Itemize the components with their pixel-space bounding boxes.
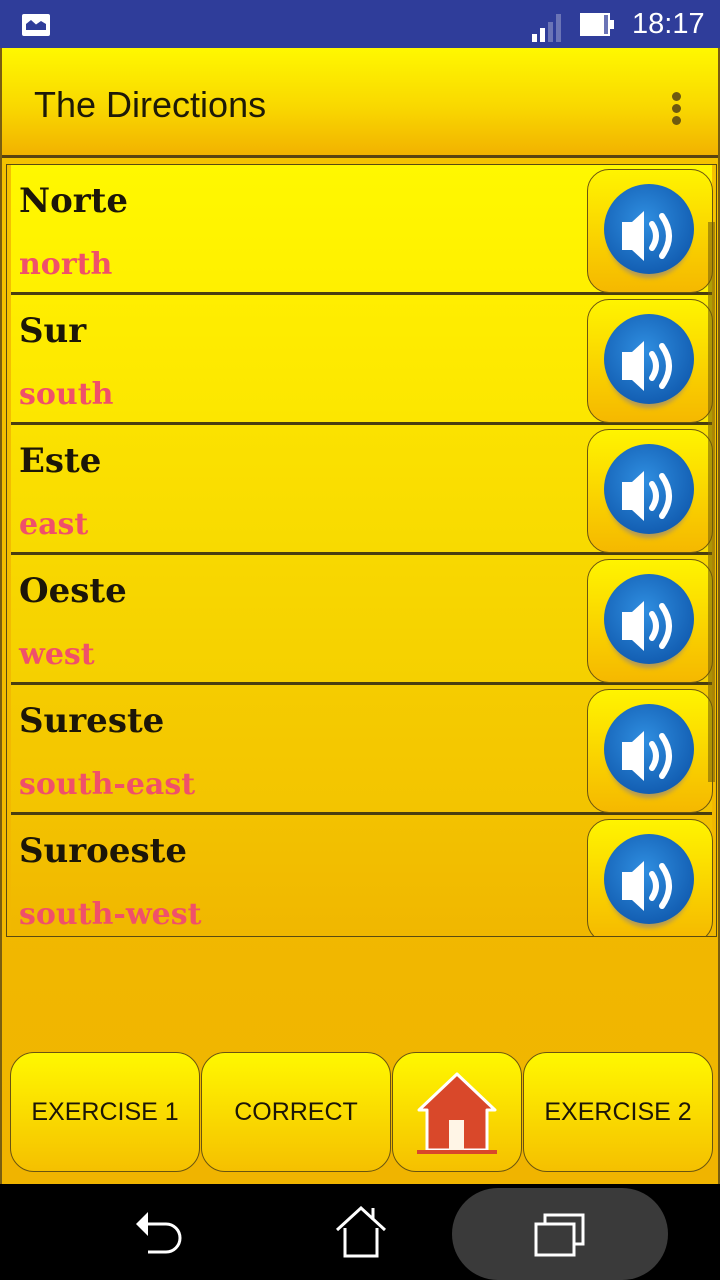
english-word: east bbox=[19, 507, 89, 542]
word-list[interactable]: Norte north Sur south Este east Oeste we… bbox=[6, 164, 717, 937]
english-word: south bbox=[19, 377, 114, 412]
english-word: south-east bbox=[19, 767, 196, 802]
play-audio-button[interactable] bbox=[587, 429, 713, 553]
back-icon[interactable] bbox=[134, 1210, 188, 1256]
scrollbar[interactable] bbox=[708, 222, 715, 782]
play-audio-button[interactable] bbox=[587, 559, 713, 683]
speaker-icon bbox=[604, 314, 694, 404]
signal-icon bbox=[532, 14, 566, 42]
spanish-word: Sureste bbox=[19, 701, 165, 741]
speaker-icon bbox=[604, 184, 694, 274]
speaker-icon bbox=[604, 574, 694, 664]
gallery-notification-icon bbox=[22, 14, 50, 36]
spanish-word: Norte bbox=[19, 181, 129, 221]
play-audio-button[interactable] bbox=[587, 689, 713, 813]
list-item[interactable]: Oeste west bbox=[11, 555, 713, 685]
page-title: The Directions bbox=[34, 84, 267, 125]
speaker-icon bbox=[604, 834, 694, 924]
speaker-icon bbox=[604, 444, 694, 534]
correct-button[interactable]: CORRECT bbox=[201, 1052, 391, 1172]
spanish-word: Suroeste bbox=[19, 831, 187, 871]
play-audio-button[interactable] bbox=[587, 169, 713, 293]
spanish-word: Sur bbox=[19, 311, 87, 351]
english-word: south-west bbox=[19, 897, 202, 932]
spanish-word: Este bbox=[19, 441, 102, 481]
play-audio-button[interactable] bbox=[587, 819, 713, 936]
exercise-1-button[interactable]: EXERCISE 1 bbox=[10, 1052, 200, 1172]
status-bar: 18:17 bbox=[0, 0, 720, 48]
action-bar: The Directions bbox=[2, 48, 718, 158]
clock: 18:17 bbox=[632, 8, 705, 40]
home-button[interactable] bbox=[392, 1052, 522, 1172]
system-nav-bar bbox=[0, 1184, 720, 1280]
home-icon[interactable] bbox=[333, 1206, 389, 1258]
list-item[interactable]: Este east bbox=[11, 425, 713, 555]
house-icon bbox=[417, 1072, 497, 1154]
speaker-icon bbox=[604, 704, 694, 794]
spanish-word: Oeste bbox=[19, 571, 127, 611]
list-item[interactable]: Sureste south-east bbox=[11, 685, 713, 815]
english-word: west bbox=[19, 637, 95, 672]
battery-icon bbox=[580, 13, 614, 36]
recents-icon[interactable] bbox=[533, 1212, 589, 1258]
list-item[interactable]: Suroeste south-west bbox=[11, 815, 713, 936]
exercise-2-button[interactable]: EXERCISE 2 bbox=[523, 1052, 713, 1172]
list-item[interactable]: Norte north bbox=[11, 165, 713, 295]
play-audio-button[interactable] bbox=[587, 299, 713, 423]
app-content: The Directions Norte north Sur south Est… bbox=[0, 48, 720, 1184]
overflow-menu-icon[interactable] bbox=[670, 92, 684, 128]
list-item[interactable]: Sur south bbox=[11, 295, 713, 425]
english-word: north bbox=[19, 247, 113, 282]
